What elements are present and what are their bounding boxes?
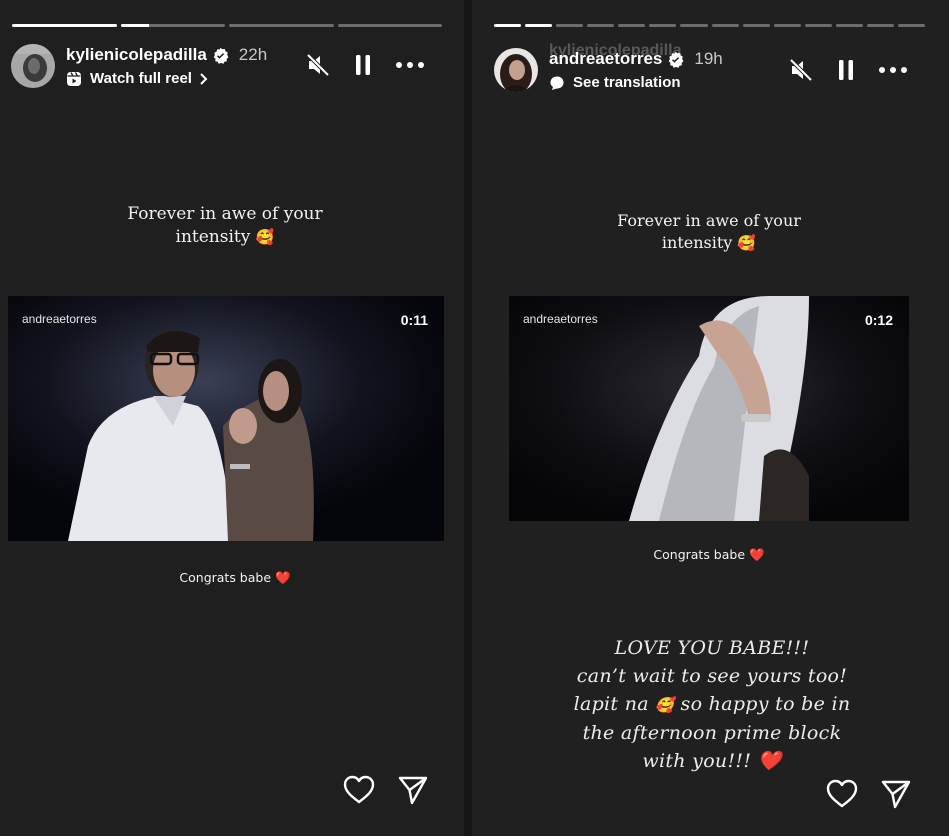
progress-segment [494,24,522,27]
send-icon[interactable] [880,779,912,809]
shared-reel-video[interactable]: andreaetorres 0:11 [8,296,444,541]
love-line: LOVE YOU BABE!!! [614,637,810,659]
muted-speaker-icon [789,58,813,82]
love-message: LOVE YOU BABE!!! can’t wait to see yours… [542,634,882,775]
progress-segment [618,24,646,27]
username[interactable]: kylienicolepadilla [66,45,207,65]
verified-badge-icon [213,47,229,64]
story-actions [343,775,429,805]
caption-line: Congrats babe [653,547,746,562]
verified-badge-icon [669,51,684,68]
story-caption-bottom: Congrats babe ❤️ [604,547,814,563]
story-caption-bottom: Congrats babe ❤️ [130,570,340,586]
story-controls [788,56,910,84]
pause-icon [356,55,370,75]
video-author-label: andreaetorres [22,312,97,326]
post-time: 19h [694,49,723,68]
pause-icon [839,60,853,80]
heart-icon[interactable] [343,775,375,805]
caption-line: Forever in awe of your [127,204,323,224]
progress-segment [587,24,615,27]
pause-button[interactable] [349,51,377,79]
story-progress-bar [494,24,926,27]
progress-segment [229,24,334,27]
story-controls [305,51,427,79]
story-caption-top: Forever in awe of your intensity 🥰 [90,203,360,249]
progress-segment [12,24,117,27]
story-caption-top: Forever in awe of your intensity 🥰 [574,210,844,254]
see-translation-link[interactable]: See translation [549,74,723,91]
progress-segment [120,24,225,27]
progress-segment [866,24,895,27]
smiling-hearts-emoji: 🥰 [255,228,275,246]
mute-button[interactable] [788,56,816,84]
video-author-label: andreaetorres [523,312,598,326]
progress-segment [773,24,801,27]
love-line: so happy to be in [680,693,851,715]
caption-line: Forever in awe of your [617,211,801,230]
more-options-button[interactable] [393,51,427,79]
watch-full-reel-label: Watch full reel [90,70,192,87]
heart-icon[interactable] [826,779,858,809]
progress-segment [680,24,708,27]
reel-icon [67,71,81,86]
pause-button[interactable] [832,56,860,84]
more-options-button[interactable] [876,56,910,84]
red-heart-emoji: ❤️ [275,570,291,585]
smiling-hearts-emoji: 🥰 [737,234,757,252]
translate-bubble-icon [550,76,564,90]
progress-segment [556,24,584,27]
caption-line: intensity [175,227,251,247]
muted-speaker-icon [306,53,330,77]
chevron-right-icon [200,72,208,85]
reel-thumbnail [509,296,909,521]
progress-segment [649,24,677,27]
video-duration: 0:11 [400,312,428,328]
caption-line: intensity [661,233,733,252]
mute-button[interactable] [305,51,333,79]
story-progress-bar [12,24,442,27]
progress-segment [711,24,739,27]
progress-segment [835,24,863,27]
red-heart-emoji: ❤️ [749,547,765,562]
caption-line: Congrats babe [179,570,272,585]
progress-segment [804,24,832,27]
username[interactable]: andreaetorres [549,49,662,69]
more-options-icon [396,62,424,68]
post-time: 22h [238,45,268,64]
red-heart-emoji: ❤️ [757,750,782,772]
reel-thumbnail [8,296,444,541]
story-panel-left[interactable]: kylienicolepadilla 22h Watch full reel F… [0,0,464,836]
send-icon[interactable] [397,775,429,805]
love-line: lapit na [573,693,649,715]
love-line: with you!!! [642,750,752,772]
progress-segment [898,24,926,27]
story-panel-right[interactable]: kylienicolepadilla andreaetorres 19h See… [472,0,949,836]
progress-segment [742,24,770,27]
smiling-hearts-emoji: 🥰 [655,696,675,714]
see-translation-label: See translation [573,74,681,91]
progress-segment [525,24,553,27]
more-options-icon [879,67,907,73]
avatar[interactable] [494,48,538,92]
video-duration: 0:12 [864,312,893,328]
watch-full-reel-link[interactable]: Watch full reel [66,70,267,87]
story-header: andreaetorres 19h See translation [494,48,723,92]
progress-segment [337,24,442,27]
love-line: the afternoon prime block [582,722,842,744]
shared-reel-video[interactable]: andreaetorres 0:12 [509,296,909,521]
story-actions [826,779,912,809]
love-line: can’t wait to see yours too! [576,665,848,687]
story-header: kylienicolepadilla 22h Watch full reel [11,44,267,88]
avatar[interactable] [11,44,55,88]
